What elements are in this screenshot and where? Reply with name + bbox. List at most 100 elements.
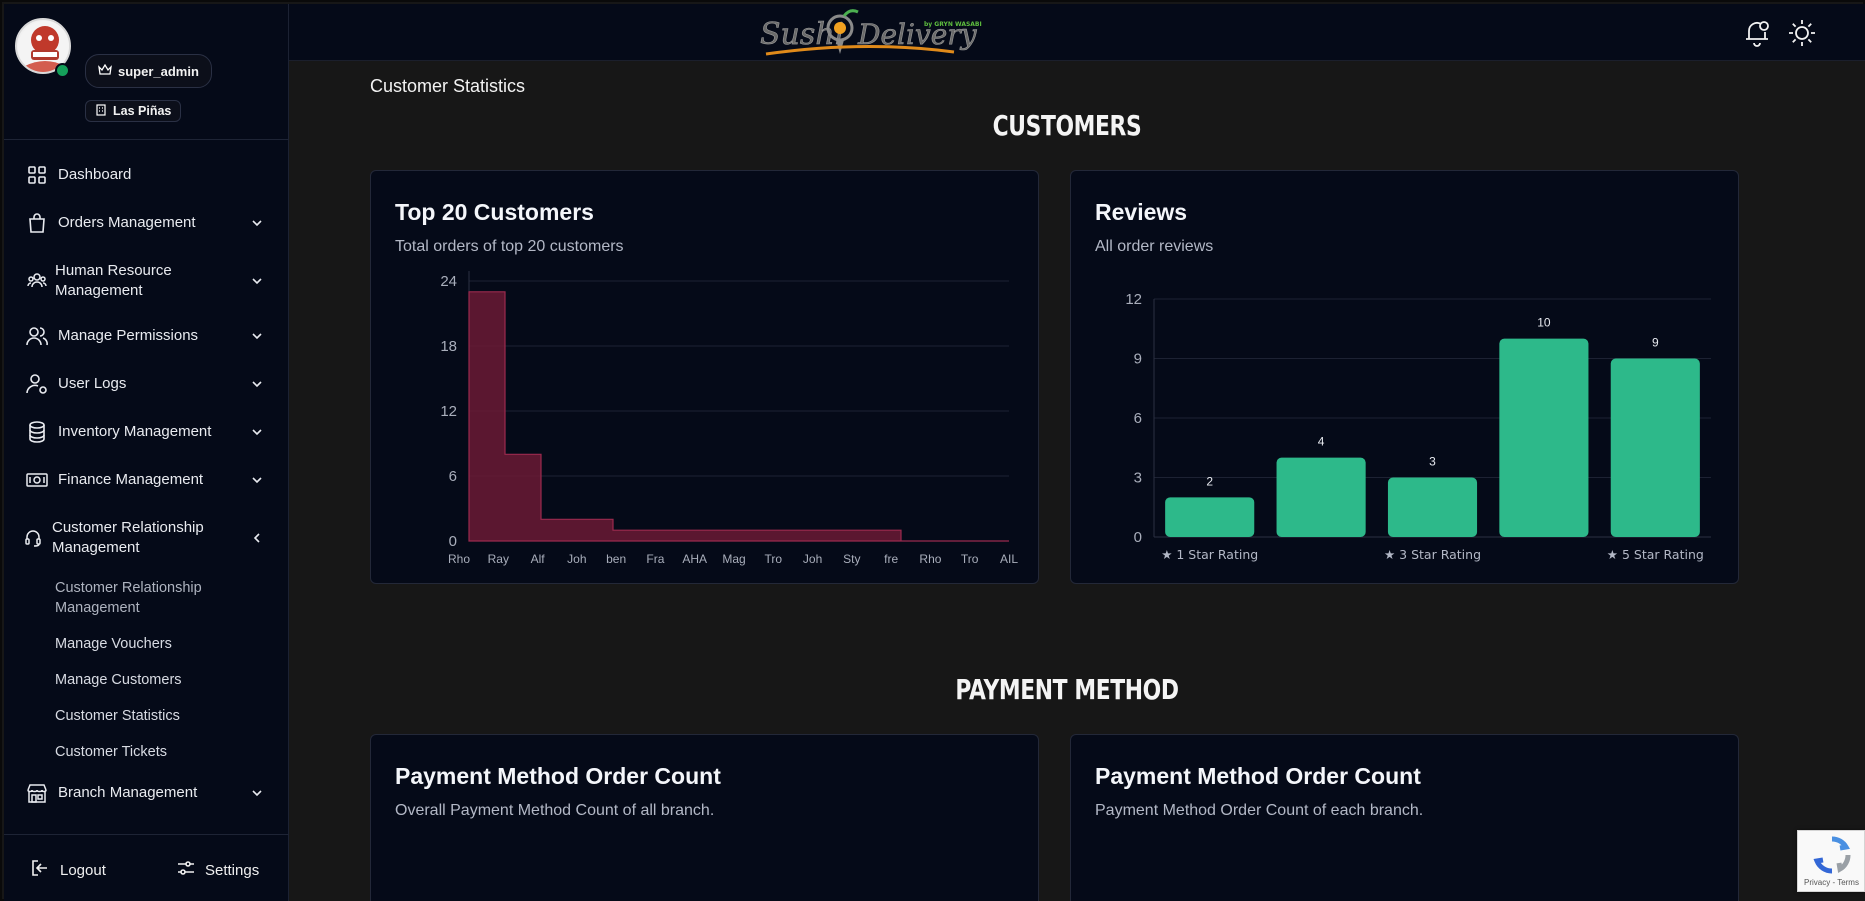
logout-label: Logout — [60, 861, 106, 879]
sidebar-item-permissions[interactable]: Manage Permissions — [4, 325, 289, 347]
theme-toggle-sun-icon[interactable] — [1787, 18, 1817, 48]
bar — [1165, 497, 1255, 537]
sidebar-item-label: Branch Management — [58, 784, 198, 801]
app-frame: super_admin Las Piñas Dashboard Orders M… — [0, 0, 1865, 901]
x-tick-label: Ray — [488, 552, 509, 566]
payment-overall-card: Payment Method Order Count Overall Payme… — [370, 734, 1039, 901]
data-label: 3 — [1429, 455, 1436, 469]
profile-panel: super_admin Las Piñas — [4, 4, 289, 140]
y-tick-label: 0 — [1134, 529, 1142, 546]
shopping-bag-icon — [26, 212, 48, 234]
card-subtitle: Payment Method Order Count of each branc… — [1095, 802, 1424, 819]
headset-icon — [22, 527, 44, 549]
chevron-down-icon — [250, 473, 264, 487]
store-icon — [26, 782, 48, 804]
sushi-delivery-logo[interactable]: Sushi Delivery by GRYN WASABI — [754, 6, 984, 62]
x-tick-label: AHA — [682, 552, 707, 566]
role-label: super_admin — [118, 63, 199, 79]
card-title: Payment Method Order Count — [395, 763, 721, 789]
branch-label: Las Piñas — [113, 104, 172, 118]
top-customers-chart[interactable]: 0 6 12 18 24 Rho Ray Alf Joh ben Fra AHA Mag Tro Joh St… — [371, 171, 1039, 584]
y-tick-label: 24 — [440, 273, 457, 290]
reviews-card: Reviews All order reviews 0 3 6 9 12 2 4 3 10 9 ★ … — [1070, 170, 1739, 584]
x-tick-label: Fra — [646, 552, 664, 566]
top-header: Sushi Delivery by GRYN WASABI — [289, 4, 1865, 61]
chevron-down-icon — [250, 425, 264, 439]
area-step — [577, 519, 613, 541]
x-tick-label: Joh — [803, 552, 822, 566]
x-tick-label: AIL — [1000, 552, 1018, 566]
y-tick-label: 6 — [1134, 410, 1142, 427]
x-tick-label: Alf — [531, 552, 546, 566]
y-tick-label: 12 — [1125, 291, 1142, 308]
bar — [1276, 457, 1366, 537]
card-subtitle: Overall Payment Method Count of all bran… — [395, 802, 715, 819]
sidebar: super_admin Las Piñas Dashboard Orders M… — [4, 4, 289, 901]
settings-button[interactable]: Settings — [177, 859, 259, 881]
sidebar-item-label: Finance Management — [58, 471, 204, 488]
online-status-dot — [55, 63, 70, 78]
card-title: Payment Method Order Count — [1095, 763, 1421, 789]
branch-badge: Las Piñas — [85, 100, 182, 122]
sidebar-footer: Logout Settings — [4, 834, 289, 901]
data-label: 4 — [1318, 435, 1325, 449]
area-step — [469, 292, 505, 541]
sidebar-item-dashboard[interactable]: Dashboard — [4, 164, 289, 186]
x-tick-label: Tro — [765, 552, 783, 566]
sidebar-item-user-logs[interactable]: User Logs — [4, 373, 289, 395]
reviews-chart[interactable]: 0 3 6 9 12 2 4 3 10 9 ★ 1 Star Rating ★ 3 Star Rati… — [1071, 171, 1739, 584]
people-group-icon — [26, 270, 48, 292]
sidebar-item-orders[interactable]: Orders Management — [4, 212, 289, 234]
x-tick-label: Rho — [448, 552, 470, 566]
chevron-down-icon — [250, 377, 264, 391]
sidebar-item-label: User Logs — [58, 375, 127, 392]
x-tick-label: ben — [606, 552, 626, 566]
x-tick-label: Tro — [961, 552, 979, 566]
sidebar-subitem-customers[interactable]: Manage Customers — [55, 670, 255, 690]
sidebar-item-label: Orders Management — [58, 214, 196, 231]
sidebar-item-label: Customer Relationship Management — [52, 519, 204, 556]
logout-button[interactable]: Logout — [30, 859, 106, 881]
x-tick-label: Joh — [567, 552, 586, 566]
x-tick-label: fre — [884, 552, 898, 566]
sidebar-subitem-vouchers[interactable]: Manage Vouchers — [55, 634, 255, 654]
x-tick-label: Sty — [843, 552, 860, 566]
area-step — [721, 530, 757, 541]
sidebar-subitem-crm[interactable]: Customer Relationship Management — [55, 578, 255, 618]
users-icon — [26, 325, 48, 347]
x-tick-label: Rho — [919, 552, 941, 566]
sidebar-item-label: Inventory Management — [58, 423, 212, 440]
sidebar-subitem-statistics[interactable]: Customer Statistics — [55, 706, 255, 726]
user-gear-icon — [26, 373, 48, 395]
area-step — [649, 530, 685, 541]
sidebar-item-hr[interactable]: Human Resource Management — [4, 260, 289, 302]
data-label: 10 — [1537, 316, 1551, 330]
recaptcha-badge[interactable]: Privacy - Terms — [1797, 830, 1865, 892]
section-title-customers: CUSTOMERS — [992, 109, 1142, 142]
data-label: 2 — [1206, 474, 1213, 488]
y-tick-label: 18 — [440, 338, 457, 355]
bar — [1499, 338, 1589, 537]
x-tick-label: Mag — [722, 552, 745, 566]
settings-label: Settings — [205, 861, 260, 879]
sidebar-subitem-tickets[interactable]: Customer Tickets — [55, 742, 255, 762]
recaptcha-terms: Privacy - Terms — [1804, 878, 1859, 887]
sidebar-item-inventory[interactable]: Inventory Management — [4, 421, 289, 443]
top-customers-card: Top 20 Customers Total orders of top 20 … — [370, 170, 1039, 584]
x-tick-label: ★ 5 Star Rating — [1607, 547, 1704, 562]
x-tick-label: ★ 1 Star Rating — [1161, 547, 1258, 562]
notification-bell-icon[interactable] — [1742, 18, 1772, 48]
sidebar-item-label: Dashboard — [58, 166, 132, 183]
sidebar-item-finance[interactable]: Finance Management — [4, 469, 289, 491]
logout-icon — [30, 859, 50, 881]
money-icon — [26, 469, 48, 491]
chevron-left-icon — [250, 531, 264, 545]
sidebar-item-crm[interactable]: Customer Relationship Management — [4, 517, 289, 559]
y-tick-label: 12 — [440, 403, 457, 420]
payment-branch-card: Payment Method Order Count Payment Metho… — [1070, 734, 1739, 901]
sidebar-item-branch[interactable]: Branch Management — [4, 782, 289, 804]
area-series — [468, 291, 1009, 542]
database-icon — [26, 421, 48, 443]
bar — [1387, 477, 1478, 537]
y-tick-label: 6 — [449, 468, 457, 485]
